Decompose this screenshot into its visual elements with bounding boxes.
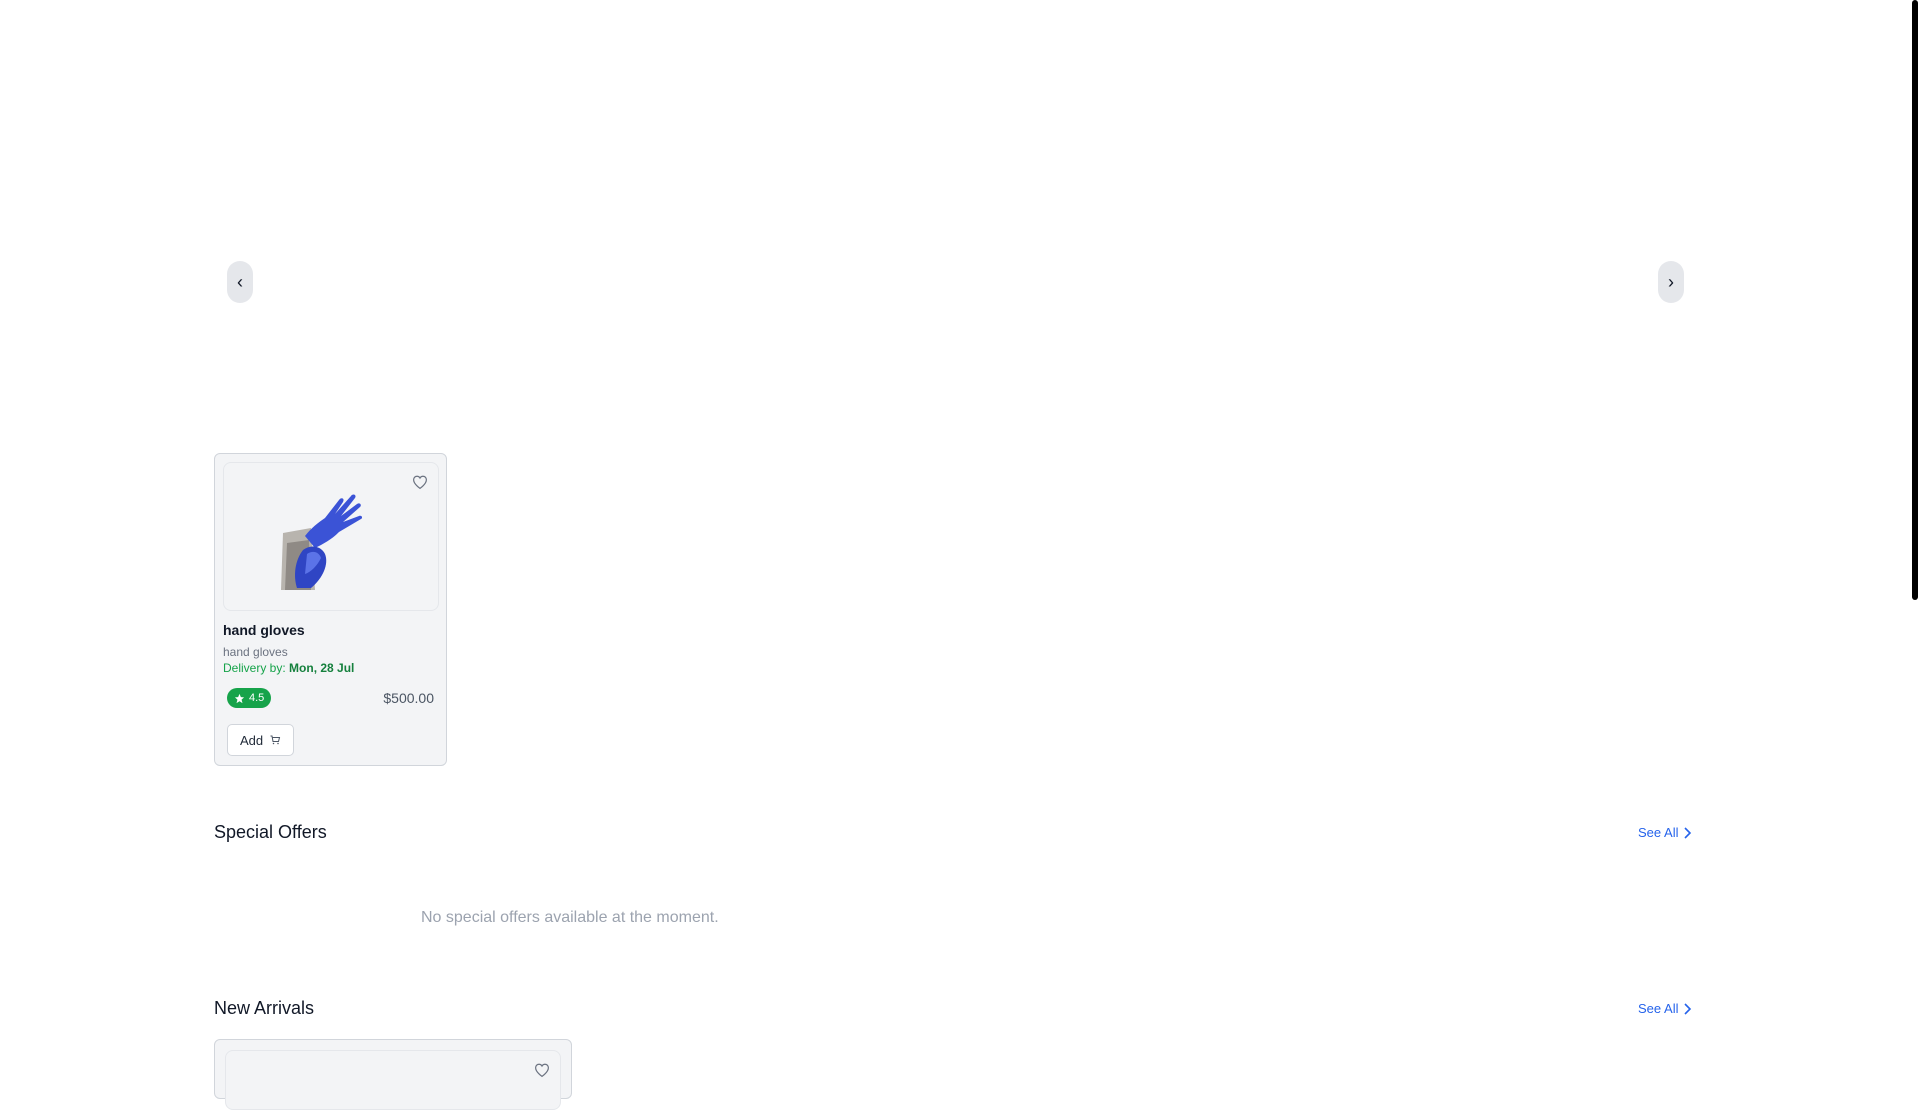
rating-value: 4.5 — [249, 692, 265, 704]
product-description: hand gloves — [223, 645, 288, 659]
cart-icon — [270, 735, 281, 745]
see-all-label: See All — [1638, 825, 1679, 840]
delivery-date: Mon, 28 Jul — [289, 661, 355, 675]
special-offers-title: Special Offers — [214, 822, 327, 842]
product-name[interactable]: hand gloves — [223, 622, 305, 638]
add-button-label: Add — [240, 732, 264, 748]
product-card[interactable]: hand gloves hand gloves Delivery by: Mon… — [214, 453, 447, 766]
scrollbar-track[interactable] — [1908, 0, 1920, 1080]
new-arrivals-title: New Arrivals — [214, 998, 315, 1018]
glove-image — [281, 494, 363, 590]
delivery-prefix: Delivery by: — [223, 661, 286, 675]
hero-carousel: ‹ › — [214, 0, 1684, 440]
delivery-info: Delivery by: Mon, 28 Jul — [223, 661, 354, 675]
see-all-label: See All — [1638, 1001, 1679, 1016]
new-arrivals-see-all-link[interactable]: See All — [1638, 1001, 1692, 1016]
chevron-right-icon — [1684, 826, 1692, 839]
chevron-right-icon — [1684, 1002, 1692, 1015]
special-offers-see-all-link[interactable]: See All — [1638, 825, 1692, 840]
special-offers-empty-message: No special offers available at the momen… — [421, 909, 719, 926]
scrollbar-thumb[interactable] — [1912, 0, 1918, 600]
heart-icon[interactable] — [533, 1061, 551, 1079]
carousel-prev-button[interactable]: ‹ — [227, 261, 253, 303]
carousel-next-button[interactable]: › — [1658, 261, 1684, 303]
product-image-container[interactable] — [225, 1050, 561, 1110]
star-icon — [234, 693, 245, 703]
product-price: $500.00 — [383, 690, 434, 706]
heart-icon[interactable] — [411, 473, 429, 491]
product-image-container[interactable] — [223, 462, 439, 611]
rating-badge: 4.5 — [227, 688, 272, 708]
new-arrival-product-card[interactable] — [214, 1039, 572, 1110]
add-to-cart-button[interactable]: Add — [227, 724, 295, 756]
